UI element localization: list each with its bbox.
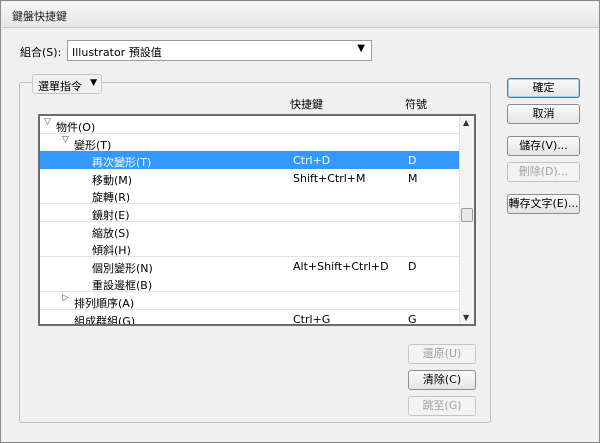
command-name: 排列順序(A) [74,297,135,310]
command-name: 個別變形(N) [92,261,153,275]
command-symbol[interactable]: M [408,172,418,185]
expand-triangle-icon[interactable]: ▷ [62,293,69,303]
command-row[interactable]: 傾斜(H) [40,239,461,258]
collapse-triangle-icon[interactable]: ▽ [44,117,51,127]
command-name: 再次變形(T) [92,156,152,170]
title-bar: 鍵盤快捷鍵 [2,2,599,28]
command-symbol[interactable]: D [408,260,416,273]
keyboard-shortcuts-dialog: 鍵盤快捷鍵 組合(S): Illustrator 預設值 ▼ 選單指令 ▼ 快捷… [0,0,600,443]
command-row[interactable]: 重設邊框(B) [40,274,461,293]
scroll-down-icon[interactable]: ▼ [463,313,469,322]
command-name: 組成群組(G) [74,314,136,326]
command-name: 傾斜(H) [92,244,131,258]
category-dropdown[interactable]: 選單指令 ▼ [32,74,102,94]
command-symbol[interactable]: G [408,313,417,324]
command-row[interactable]: ▽ 物件(O) [40,116,461,134]
goto-button[interactable]: 跳至(G) [408,396,476,416]
command-symbol[interactable]: D [408,154,416,167]
command-row[interactable]: 縮放(S) [40,221,461,240]
set-label: 組合(S): [20,46,62,59]
column-header-symbol: 符號 [405,98,427,111]
command-row[interactable]: 旋轉(R) [40,186,461,205]
command-list[interactable]: ▽ 物件(O) ▽ 變形(T) 再次變形(T) Ctrl+D D 移動(M) Shift+Ctr… [38,114,476,326]
command-name: 縮放(S) [92,226,130,240]
undo-button[interactable]: 還原(U) [408,344,476,364]
command-name: 移動(M) [92,173,133,187]
column-header-shortcut: 快捷鍵 [290,98,323,111]
command-row[interactable]: 移動(M) Shift+Ctrl+M M [40,168,461,187]
command-row[interactable]: 個別變形(N) Alt+Shift+Ctrl+D D [40,256,461,275]
command-row[interactable]: 鏡射(E) [40,204,461,222]
command-shortcut[interactable]: Shift+Ctrl+M [293,172,366,185]
delete-button[interactable]: 刪除(D)... [507,162,580,182]
ok-button[interactable]: 確定 [507,78,580,98]
command-name: 物件(O) [56,121,96,134]
command-name: 變形(T) [74,138,112,152]
set-dropdown[interactable]: Illustrator 預設值 ▼ [67,40,372,61]
command-shortcut[interactable]: Ctrl+G [293,313,330,324]
command-row[interactable]: 組成群組(G) Ctrl+G G [40,309,461,326]
command-shortcut[interactable]: Alt+Shift+Ctrl+D [293,260,389,273]
set-value: Illustrator 預設值 [72,46,162,59]
clear-button[interactable]: 清除(C) [408,370,476,390]
scroll-up-icon[interactable]: ▲ [463,118,469,127]
category-value: 選單指令 [38,80,82,93]
chevron-down-icon: ▼ [90,78,97,88]
save-button[interactable]: 儲存(V)... [507,136,580,156]
command-name: 旋轉(R) [92,191,131,205]
command-row[interactable]: ▷ 排列順序(A) [40,292,461,310]
cancel-button[interactable]: 取消 [507,104,580,124]
command-row[interactable]: ▽ 變形(T) [40,133,461,152]
chevron-down-icon: ▼ [357,43,365,54]
command-name: 重設邊框(B) [92,279,153,293]
command-name: 鏡射(E) [92,209,130,222]
vertical-scrollbar[interactable]: ▲ ▼ [459,116,474,324]
export-text-button[interactable]: 轉存文字(E)... [507,194,580,214]
scroll-thumb[interactable] [461,208,473,222]
window-title: 鍵盤快捷鍵 [12,10,67,23]
command-row[interactable]: 再次變形(T) Ctrl+D D [40,151,461,170]
collapse-triangle-icon[interactable]: ▽ [62,135,69,145]
command-shortcut[interactable]: Ctrl+D [293,154,330,167]
